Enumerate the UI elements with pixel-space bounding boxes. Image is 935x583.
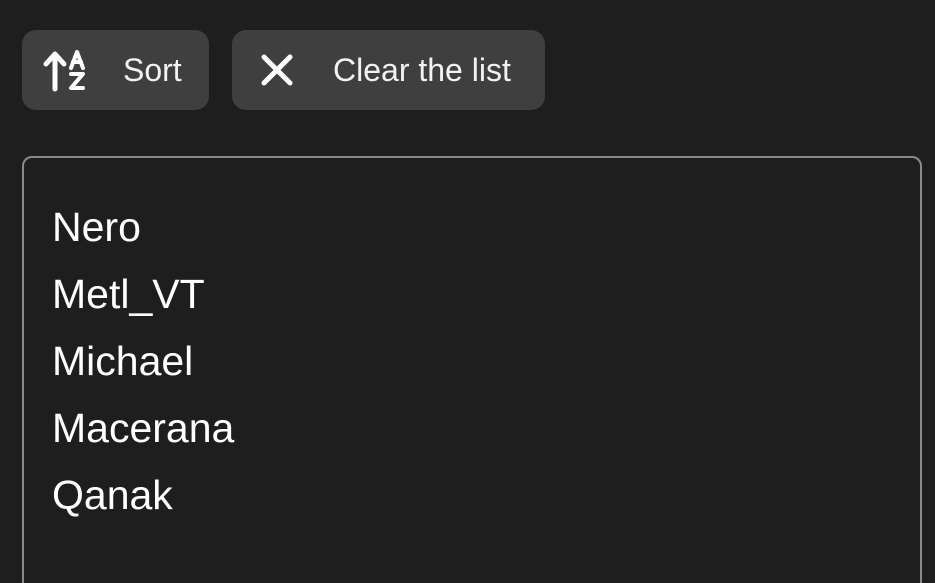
app-window: Sort Clear the list Nero Metl_VT Michael…: [0, 0, 935, 583]
list-item: Macerana: [52, 405, 235, 451]
names-list: Nero Metl_VT Michael Macerana Qanak: [52, 194, 892, 529]
list-item: Qanak: [52, 472, 173, 518]
clear-list-button-label: Clear the list: [333, 51, 511, 88]
sort-button[interactable]: Sort: [22, 30, 209, 110]
list-item: Michael: [52, 338, 194, 384]
sort-alpha-ascending-icon: [42, 45, 92, 95]
list-item: Metl_VT: [52, 271, 205, 317]
sort-button-label: Sort: [123, 51, 182, 88]
list-item: Nero: [52, 204, 141, 250]
toolbar: Sort Clear the list: [22, 30, 545, 110]
close-icon: [257, 50, 297, 90]
clear-list-button[interactable]: Clear the list: [232, 30, 545, 110]
names-list-textarea[interactable]: Nero Metl_VT Michael Macerana Qanak: [22, 156, 922, 583]
